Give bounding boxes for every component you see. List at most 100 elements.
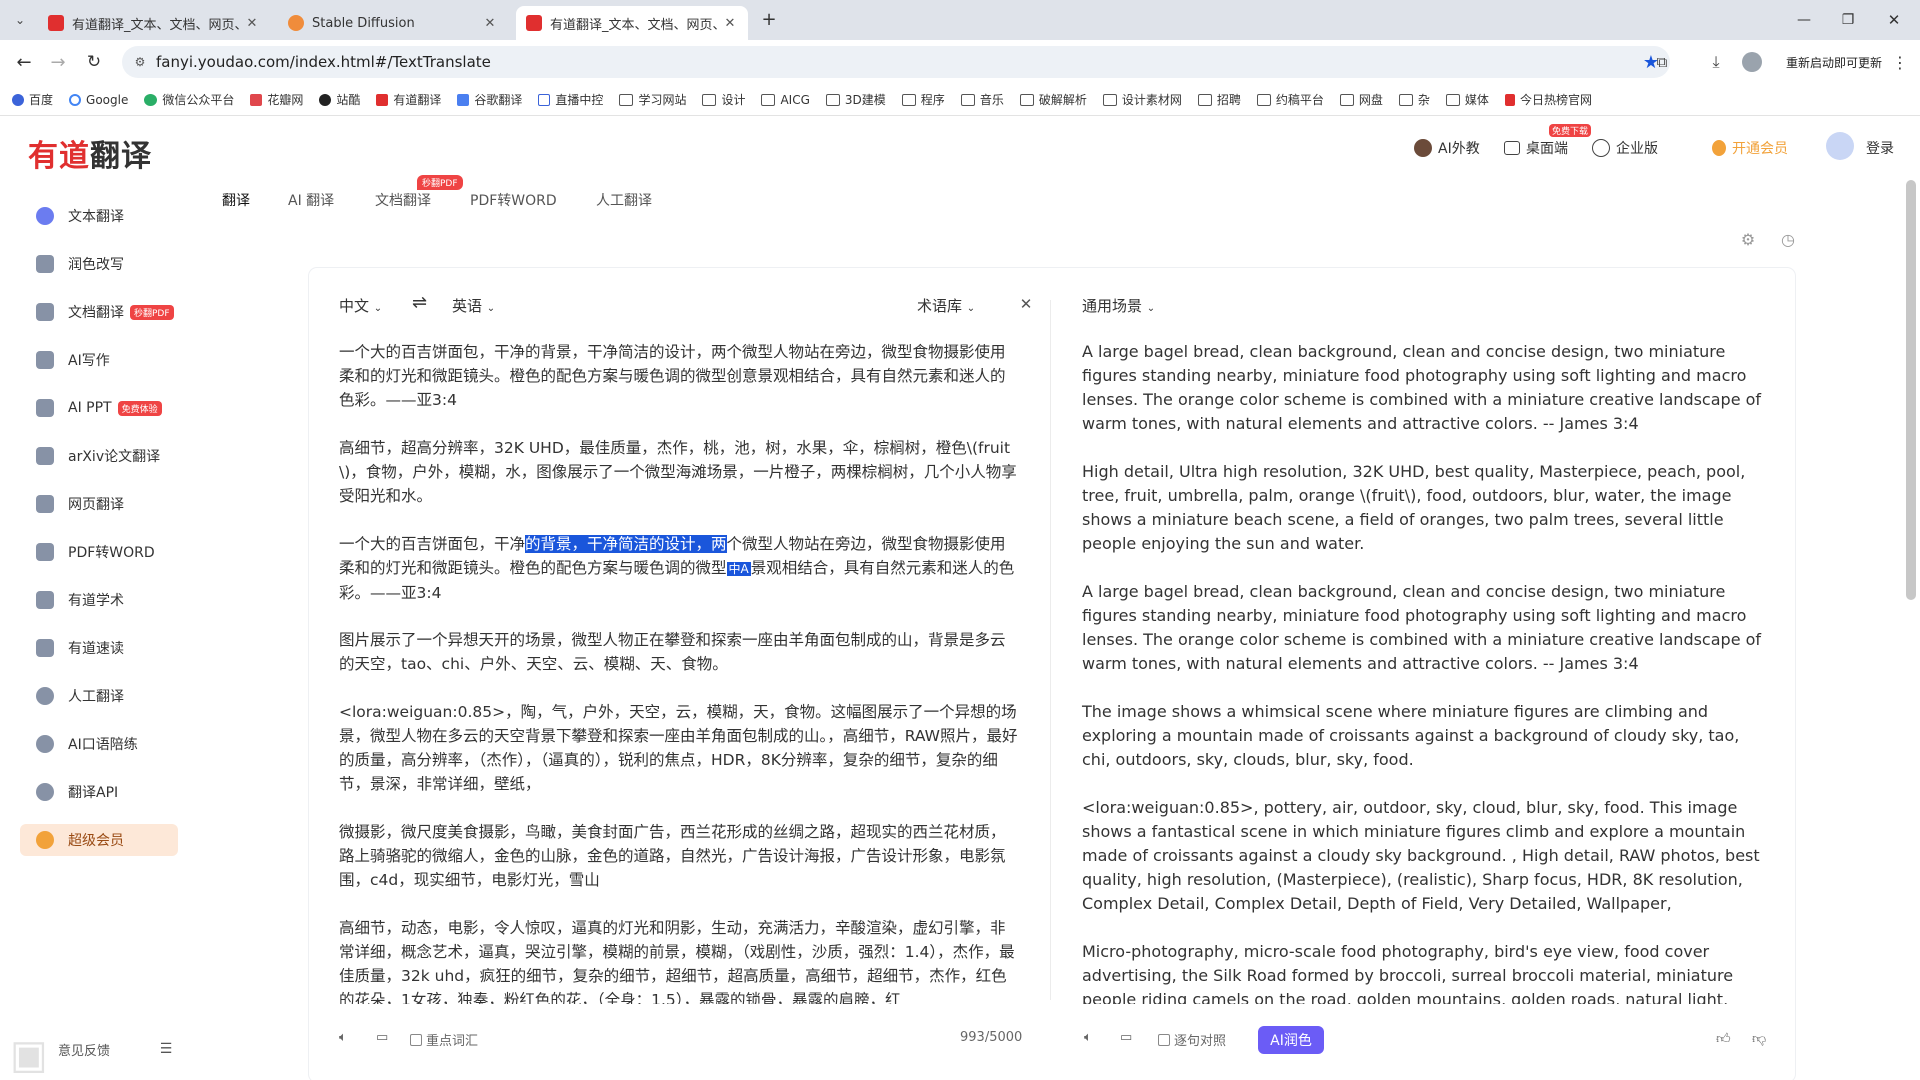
speaker-icon[interactable]: 🔈︎ [1084,1030,1092,1045]
bookmark-item[interactable]: 百度 [12,91,53,108]
enterprise-link[interactable]: 企业版 [1592,138,1658,158]
close-icon[interactable]: ✕ [244,16,260,31]
sidebar-item-speed-read[interactable]: 有道速读 [20,624,184,672]
page-scrollbar[interactable] [1906,180,1916,600]
target-language-select[interactable]: 英语 ⌄ [452,295,495,316]
selection-translate-icon[interactable]: 中A [726,562,751,576]
sidebar-item-academic[interactable]: 有道学术 [20,576,184,624]
source-paragraph: 一个大的百吉饼面包，干净的背景，干净简洁的设计，两个微型人物站在旁边，微型食物摄… [339,343,1006,409]
open-vip-link[interactable]: 开通会员 [1712,138,1788,158]
browser-tab-2[interactable]: Stable Diffusion ✕ [278,6,508,40]
tab-list-icon[interactable]: ⌄ [10,10,30,30]
bookmark-item[interactable]: 站酷 [319,91,360,108]
sidebar-item-webpage[interactable]: 网页翻译 [20,480,184,528]
sidebar-item-vip[interactable]: 超级会员 [20,824,178,856]
settings-icon[interactable]: ⚙ [1737,228,1759,250]
ai-tutor-link[interactable]: AI外教 [1414,138,1480,158]
sidebar-item-document[interactable]: 文档翻译 秒翻PDF [20,288,184,336]
bookmark-item[interactable]: 花瓣网 [250,91,303,108]
copy-icon[interactable]: ▭ [376,1030,388,1045]
bookmark-folder[interactable]: 设计素材网 [1102,91,1182,108]
sidebar-item-polish[interactable]: 润色改写 [20,240,184,288]
tab-pdf-word[interactable]: PDF转WORD [470,190,557,210]
sidebar-item-ai-ppt[interactable]: AI PPT 免费体验 [20,384,184,432]
bookmark-item[interactable]: 微信公众平台 [144,91,234,108]
sidebar-item-oral[interactable]: AI口语陪练 [20,720,184,768]
toutiao-icon [1504,93,1515,106]
person-icon [36,735,54,753]
tab-translate[interactable]: 翻译 [222,190,250,210]
close-icon[interactable]: ✕ [482,16,498,31]
bookmark-item[interactable]: 今日热榜官网 [1504,91,1592,108]
keywords-checkbox[interactable]: 重点词汇 [410,1030,478,1049]
bookmark-folder[interactable]: 招聘 [1197,91,1241,108]
minimize-icon[interactable]: — [1792,8,1816,32]
site-info-icon[interactable]: ⚙ [132,54,148,70]
chevron-down-icon: ⌄ [1146,303,1156,314]
bookmark-item[interactable]: 谷歌翻译 [457,91,522,108]
sidebar-item-human[interactable]: 人工翻译 [20,672,184,720]
sidebar-item-api[interactable]: 翻译API [20,768,184,816]
profile-avatar[interactable] [1742,52,1762,72]
speaker-icon[interactable]: 🔈︎ [339,1030,347,1045]
bookmark-item[interactable]: 有道翻译 [376,91,441,108]
close-icon[interactable]: ✕ [722,16,738,31]
sidebar-item-pdf-word[interactable]: PDF转WORD [20,528,184,576]
panel-divider [1050,300,1051,1000]
thumbs-up-icon[interactable]: 👍︎ [1716,1030,1731,1047]
user-avatar[interactable] [1826,132,1854,160]
restore-icon[interactable]: ❐ [1836,8,1860,32]
feedback-link[interactable]: 意见反馈 [58,1040,110,1059]
sidebar-item-arxiv[interactable]: arXiv论文翻译 [20,432,184,480]
bookmark-folder[interactable]: 网盘 [1339,91,1383,108]
extensions-icon[interactable]: ⧉ [1650,50,1674,74]
bookmark-folder[interactable]: 媒体 [1445,91,1489,108]
clear-text-icon[interactable]: ✕ [1016,294,1036,314]
address-bar[interactable]: ⚙ fanyi.youdao.com/index.html#/TextTrans… [122,46,1670,78]
window-close-icon[interactable]: ✕ [1882,8,1906,32]
swap-languages-button[interactable]: ⇌ [412,292,427,313]
source-language-select[interactable]: 中文 ⌄ [339,295,382,316]
ai-polish-button[interactable]: AI润色 [1258,1026,1324,1054]
download-icon[interactable]: ⤓ [1704,50,1728,74]
folder-icon [960,93,975,106]
history-icon[interactable]: ◷ [1777,228,1799,250]
browser-tab-1[interactable]: 有道翻译_文本、文档、网页、 ✕ [38,6,270,40]
youdao-logo[interactable]: 有道翻译 [28,131,152,175]
calendar-icon [538,93,551,106]
bookmark-folder[interactable]: 学习网站 [619,91,686,108]
back-icon[interactable]: ← [12,50,36,74]
browser-tab-3[interactable]: 有道翻译_文本、文档、网页、 ✕ [516,6,748,40]
forward-icon[interactable]: → [46,50,70,74]
desktop-app-link[interactable]: 桌面端 [1504,138,1568,158]
bookmark-folder[interactable]: 设计 [702,91,745,108]
tab-document-translate[interactable]: 文档翻译 [375,190,431,210]
thumbs-down-icon[interactable]: 👎︎ [1752,1030,1766,1047]
collapse-sidebar-icon[interactable]: ☰ [156,1040,176,1058]
login-link[interactable]: 登录 [1866,138,1894,158]
browser-menu-icon[interactable]: ⋮ [1890,50,1910,74]
bookmark-folder[interactable]: AICG [761,93,810,107]
bookmark-folder[interactable]: 破解解析 [1019,91,1087,108]
scene-select[interactable]: 通用场景 ⌄ [1082,295,1155,316]
tab-ai-translate[interactable]: AI 翻译 [288,190,334,210]
checkbox-icon [410,1033,422,1046]
bookmark-folder[interactable]: 杂 [1398,91,1430,108]
bookmark-folder[interactable]: 音乐 [960,91,1004,108]
ppt-icon [36,399,54,417]
restart-to-update-button[interactable]: 重新启动即可更新 [1786,54,1882,71]
tab-human-translate[interactable]: 人工翻译 [596,190,652,210]
bookmark-item[interactable]: 直播中控 [538,91,603,108]
bookmark-folder[interactable]: 程序 [901,91,945,108]
bookmark-item[interactable]: Google [69,93,128,107]
bookmark-folder[interactable]: 3D建模 [825,91,886,108]
free-download-tag: 免费下载 [1549,124,1592,137]
copy-icon[interactable]: ▭ [1120,1030,1132,1045]
termbase-select[interactable]: 术语库 ⌄ [917,295,975,316]
reload-icon[interactable]: ↻ [82,50,106,74]
sidebar-item-ai-writing[interactable]: AI写作 [20,336,184,384]
bookmark-folder[interactable]: 约稿平台 [1256,91,1324,108]
sidebar-item-text-translate[interactable]: 文本翻译 [20,192,184,240]
new-tab-icon[interactable]: + [758,8,780,30]
sentence-compare-checkbox[interactable]: 逐句对照 [1158,1030,1226,1049]
